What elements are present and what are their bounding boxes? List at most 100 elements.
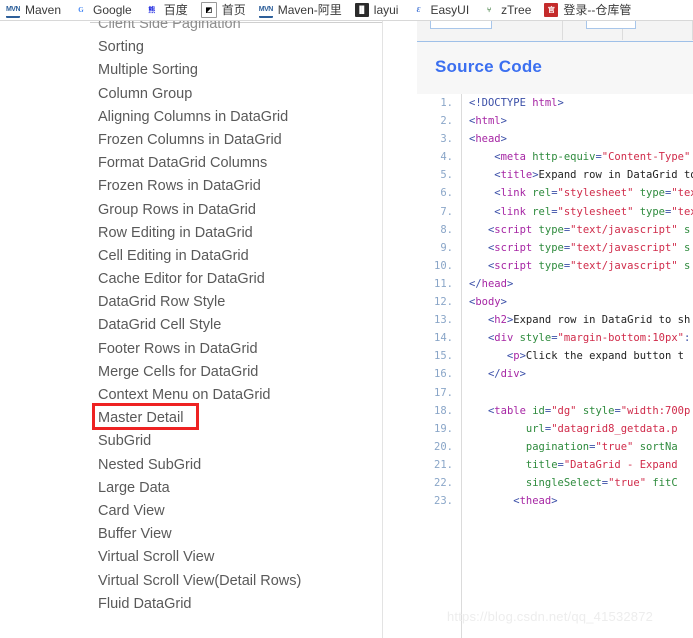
sidebar-item-cache-editor-for-datagrid[interactable]: Cache Editor for DataGrid — [90, 268, 382, 291]
demo-nav-sidebar[interactable]: Client Side Pagination Sorting Multiple So… — [90, 21, 383, 622]
bookmark-7[interactable]: Ɛ EasyUI — [411, 3, 469, 17]
code-token: style — [576, 404, 615, 417]
code-line: 9. <script type="text/javascript" s — [417, 239, 693, 257]
sidebar-item-virtual-scroll-view-detail-rows[interactable]: Virtual Scroll View(Detail Rows) — [90, 570, 382, 593]
line-number: 22. — [434, 476, 453, 489]
line-number: 7. — [440, 205, 453, 218]
sidebar-item-frozen-rows-in-datagrid[interactable]: Frozen Rows in DataGrid — [90, 175, 382, 198]
code-token: Expand row in DataGrid to — [538, 169, 693, 182]
sidebar-item-context-menu-on-datagrid[interactable]: Context Menu on DataGrid — [90, 384, 382, 407]
bookmark-6[interactable]: ▐▌ layui — [354, 3, 399, 17]
bookmark-label: 百度 — [163, 3, 188, 17]
sidebar-item-fluid-datagrid[interactable]: Fluid DataGrid — [90, 593, 382, 616]
sidebar-item-large-data[interactable]: Large Data — [90, 477, 382, 500]
line-number: 23. — [434, 495, 453, 508]
bookmark-8[interactable]: ⑂ zTree — [482, 3, 531, 17]
code-token: > — [500, 296, 507, 309]
code-token: type — [633, 205, 665, 218]
line-number: 1. — [440, 97, 453, 109]
code-token: url — [525, 422, 545, 435]
code-token: "dg" — [551, 404, 577, 417]
sidebar-item-merge-cells-for-datagrid[interactable]: Merge Cells for DataGrid — [90, 361, 382, 384]
code-token: type — [532, 259, 564, 272]
sidebar-item-card-view[interactable]: Card View — [90, 500, 382, 523]
sidebar-item-datagrid-row-style[interactable]: DataGrid Row Style — [90, 291, 382, 314]
sidebar-item-virtual-scroll-view[interactable]: Virtual Scroll View — [90, 546, 382, 569]
bookmark-label: EasyUI — [430, 3, 470, 17]
sidebar-item-frozen-columns-in-datagrid[interactable]: Frozen Columns in DataGrid — [90, 129, 382, 152]
pager-cell-3 — [635, 21, 693, 40]
code-token: > — [506, 277, 514, 290]
sidebar-item-format-datagrid-columns[interactable]: Format DataGrid Columns — [90, 152, 382, 175]
sidebar-item-buffer-view[interactable]: Buffer View — [90, 523, 382, 546]
sidebar-item-footer-rows-in-datagrid[interactable]: Footer Rows in DataGrid — [90, 338, 382, 361]
code-token: s — [677, 241, 691, 254]
sidebar-item-cell-editing-in-datagrid[interactable]: Cell Editing in DataGrid — [90, 245, 382, 268]
demo-content-panel: Source Code 1. <!DOCTYPE html> 2. <html> 3. <… — [417, 21, 693, 638]
line-content: url="datagrid8_getdata.p — [469, 420, 678, 438]
code-line: 20. pagination="true" sortNa — [417, 438, 693, 456]
code-token: "datagrid8_getdata.p — [551, 422, 678, 435]
code-token: Click the expand button t — [525, 350, 684, 363]
code-token: http-equiv — [525, 151, 596, 164]
line-content: <p>Click the expand button t — [469, 347, 684, 365]
code-token: "text/javascript" — [570, 259, 678, 272]
code-token: > — [500, 133, 507, 146]
bookmark-label: Google — [93, 3, 132, 17]
line-content: <html> — [469, 112, 507, 130]
code-token: head — [481, 277, 507, 290]
code-token: html — [475, 115, 501, 128]
sidebar-item-client-side-pagination[interactable]: Client Side Pagination — [90, 21, 382, 36]
sidebar-item-sorting[interactable]: Sorting — [90, 36, 382, 59]
line-content: <link rel="stylesheet" type="tex — [469, 184, 693, 202]
code-token: < — [469, 241, 495, 254]
code-token: s — [677, 259, 691, 272]
code-token: s — [677, 223, 691, 236]
source-code-viewer[interactable]: 1. <!DOCTYPE html> 2. <html> 3. <head> 4. <met… — [417, 94, 693, 638]
code-line: 1. <!DOCTYPE html> — [417, 94, 693, 112]
code-token: link — [500, 205, 526, 218]
line-content: <div style="margin-bottom:10px": — [469, 329, 690, 347]
sidebar-item-datagrid-cell-style[interactable]: DataGrid Cell Style — [90, 314, 382, 337]
page-title: Source Code — [435, 57, 543, 76]
bookmark-label: layui — [373, 3, 399, 17]
bookmark-5[interactable]: MVN Maven-阿里 — [258, 2, 342, 18]
easyui-icon: Ɛ — [411, 3, 426, 17]
bookmark-1[interactable]: MVN Maven — [6, 2, 61, 18]
maven-ali-icon: MVN — [258, 2, 273, 18]
sidebar-item-aligning-columns-in-datagrid[interactable]: Aligning Columns in DataGrid — [90, 106, 382, 129]
sidebar-item-multiple-sorting[interactable]: Multiple Sorting — [90, 59, 382, 82]
sidebar-item-subgrid[interactable]: SubGrid — [90, 430, 382, 453]
login-icon: 官 — [544, 3, 559, 17]
google-icon: G — [74, 3, 89, 17]
line-content: <!DOCTYPE html> — [469, 94, 564, 112]
sidebar-item-group-rows-in-datagrid[interactable]: Group Rows in DataGrid — [90, 199, 382, 222]
demo-nav-list: Client Side Pagination Sorting Multiple So… — [90, 21, 382, 616]
layui-icon: ▐▌ — [354, 3, 369, 17]
code-line: 22. singleSelect="true" fitC — [417, 474, 693, 492]
sidebar-item-column-group[interactable]: Column Group — [90, 83, 382, 106]
line-content: title="DataGrid - Expand — [469, 456, 678, 474]
code-line: 10. <script type="text/javascript" s — [417, 257, 693, 275]
line-content: <title>Expand row in DataGrid to — [469, 166, 693, 184]
bookmark-9[interactable]: 官登录--仓库管 — [544, 3, 631, 17]
pager-button-group-right[interactable] — [586, 21, 636, 29]
sidebar-item-nested-subgrid[interactable]: Nested SubGrid — [90, 454, 382, 477]
line-number: 10. — [434, 259, 453, 272]
code-token: h2 — [494, 314, 507, 327]
code-line: 19. url="datagrid8_getdata.p — [417, 420, 693, 438]
code-token: "true" — [595, 440, 634, 453]
sidebar-item-row-editing-in-datagrid[interactable]: Row Editing in DataGrid — [90, 222, 382, 245]
bookmark-3[interactable]: 熊百度 — [144, 3, 188, 17]
pager-button-group-left[interactable] — [430, 21, 492, 29]
code-token: meta — [500, 151, 526, 164]
line-number: 17. — [434, 386, 453, 399]
bookmark-4[interactable]: ◩ 首页 — [200, 2, 246, 18]
line-number: 14. — [434, 332, 453, 345]
line-content: </div> — [469, 365, 526, 383]
code-token: head — [475, 133, 501, 146]
page-left-margin — [0, 21, 90, 638]
sidebar-item-master-detail[interactable]: Master Detail — [90, 407, 382, 430]
bookmark-2[interactable]: G Google — [74, 3, 132, 17]
